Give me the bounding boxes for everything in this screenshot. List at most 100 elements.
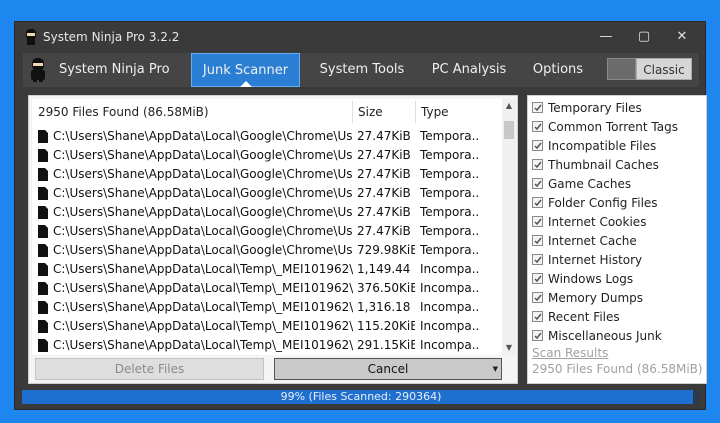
file-type: Tempora... [420,205,480,219]
cancel-button-label: Cancel [367,362,409,376]
category-label: Temporary Files [548,101,642,115]
table-row[interactable]: C:\Users\Shane\AppData\Local\Temp\_MEI10… [32,298,502,317]
file-path: C:\Users\Shane\AppData\Local\Google\Chro… [53,243,353,257]
cancel-button[interactable]: Cancel ▼ [274,358,502,380]
file-list[interactable]: 2950 Files Found (86.58MiB) Size Type C:… [32,99,502,355]
junk-results-panel: 2950 Files Found (86.58MiB) Size Type C:… [28,95,518,384]
checkbox-box[interactable] [532,197,543,208]
table-row[interactable]: C:\Users\Shane\AppData\Local\Google\Chro… [32,127,502,146]
file-size: 27.47KiB [357,129,411,143]
checkbox-box[interactable] [532,254,543,265]
file-icon [38,244,48,257]
scroll-up-icon[interactable]: ▲ [502,99,516,113]
category-checkbox[interactable]: Incompatible Files [532,138,702,157]
file-path: C:\Users\Shane\AppData\Local\Google\Chro… [53,186,353,200]
category-checkbox[interactable]: Internet Cache [532,233,702,252]
category-checkbox[interactable]: Internet Cookies [532,214,702,233]
checkbox-box[interactable] [532,178,543,189]
category-checkbox[interactable]: Memory Dumps [532,290,702,309]
category-checkbox[interactable]: Folder Config Files [532,195,702,214]
category-checkbox[interactable]: Internet History [532,252,702,271]
checkbox-box[interactable] [532,292,543,303]
checkbox-box[interactable] [532,159,543,170]
column-divider[interactable] [415,101,416,123]
checkbox-box[interactable] [532,102,543,113]
maximize-button[interactable]: ▢ [627,26,661,48]
table-row[interactable]: C:\Users\Shane\AppData\Local\Temp\_MEI10… [32,317,502,336]
file-icon [38,301,48,314]
file-type: Incompa... [420,319,480,333]
file-icon [38,339,48,352]
checkbox-box[interactable] [532,121,543,132]
column-divider[interactable] [352,101,353,123]
scan-results-title: Scan Results [532,346,609,360]
category-checkbox[interactable]: Thumbnail Caches [532,157,702,176]
file-type: Incompa... [420,281,480,295]
brand[interactable]: System Ninja Pro [23,53,191,87]
checkmark-icon [534,237,542,245]
table-row[interactable]: C:\Users\Shane\AppData\Local\Google\Chro… [32,241,502,260]
file-size: 729.98KiB [357,243,415,257]
file-size: 27.47KiB [357,205,411,219]
category-label: Internet History [548,253,643,267]
table-row[interactable]: C:\Users\Shane\AppData\Local\Google\Chro… [32,222,502,241]
category-checkbox[interactable]: Miscellaneous Junk [532,328,702,347]
checkbox-box[interactable] [532,273,543,284]
checkbox-box[interactable] [532,311,543,322]
tab-junk-scanner[interactable]: Junk Scanner [191,53,300,87]
checkmark-icon [534,218,542,226]
dropdown-caret-icon[interactable]: ▼ [493,359,498,379]
toggle-label: Classic [636,58,692,80]
category-label: Thumbnail Caches [548,158,659,172]
category-checkbox[interactable]: Windows Logs [532,271,702,290]
scroll-down-icon[interactable]: ▼ [502,341,516,355]
header-size[interactable]: Size [358,99,383,125]
file-type: Tempora... [420,167,480,181]
category-label: Memory Dumps [548,291,644,305]
toggle-knob[interactable] [607,58,636,80]
file-path: C:\Users\Shane\AppData\Local\Google\Chro… [53,167,353,181]
checkmark-icon [534,313,542,321]
category-label: Incompatible Files [548,139,657,153]
category-checkbox[interactable]: Temporary Files [532,100,702,119]
tab-pc-analysis[interactable]: PC Analysis [419,53,519,87]
scan-results-summary: 2950 Files Found (86.58MiB) [532,362,703,376]
close-button[interactable]: ✕ [665,26,699,48]
checkbox-box[interactable] [532,235,543,246]
category-checkbox[interactable]: Recent Files [532,309,702,328]
minimize-button[interactable]: — [589,26,623,48]
file-size: 27.47KiB [357,167,411,181]
table-row[interactable]: C:\Users\Shane\AppData\Local\Temp\_MEI10… [32,336,502,355]
tab-options[interactable]: Options [517,53,599,87]
file-path: C:\Users\Shane\AppData\Local\Temp\_MEI10… [53,281,353,295]
checkmark-icon [534,142,542,150]
file-size: 27.47KiB [357,148,411,162]
category-checkbox[interactable]: Game Caches [532,176,702,195]
table-row[interactable]: C:\Users\Shane\AppData\Local\Google\Chro… [32,203,502,222]
file-size: 291.15KiB [357,338,415,352]
table-row[interactable]: C:\Users\Shane\AppData\Local\Google\Chro… [32,184,502,203]
delete-files-button[interactable]: Delete Files [35,358,264,380]
header-type[interactable]: Type [421,99,449,125]
header-files-found[interactable]: 2950 Files Found (86.58MiB) [38,99,209,125]
table-row[interactable]: C:\Users\Shane\AppData\Local\Google\Chro… [32,146,502,165]
table-row[interactable]: C:\Users\Shane\AppData\Local\Temp\_MEI10… [32,279,502,298]
file-type: Tempora... [420,243,480,257]
file-type: Tempora... [420,129,480,143]
table-row[interactable]: C:\Users\Shane\AppData\Local\Google\Chro… [32,165,502,184]
table-row[interactable]: C:\Users\Shane\AppData\Local\Temp\_MEI10… [32,260,502,279]
file-type: Tempora... [420,224,480,238]
checkbox-box[interactable] [532,216,543,227]
tab-system-tools[interactable]: System Tools [310,53,414,87]
checkbox-box[interactable] [532,330,543,341]
checkbox-box[interactable] [532,140,543,151]
file-icon [38,225,48,238]
category-checkbox[interactable]: Common Torrent Tags [532,119,702,138]
file-list-scrollbar[interactable]: ▲ ▼ [502,99,516,355]
title-bar[interactable]: System Ninja Pro 3.2.2 — ▢ ✕ [15,22,705,52]
theme-toggle[interactable]: Classic [607,58,692,80]
file-icon [38,206,48,219]
file-icon [38,149,48,162]
scroll-thumb[interactable] [504,121,514,139]
scan-progress-bar: 99% (Files Scanned: 290364) [22,390,700,404]
